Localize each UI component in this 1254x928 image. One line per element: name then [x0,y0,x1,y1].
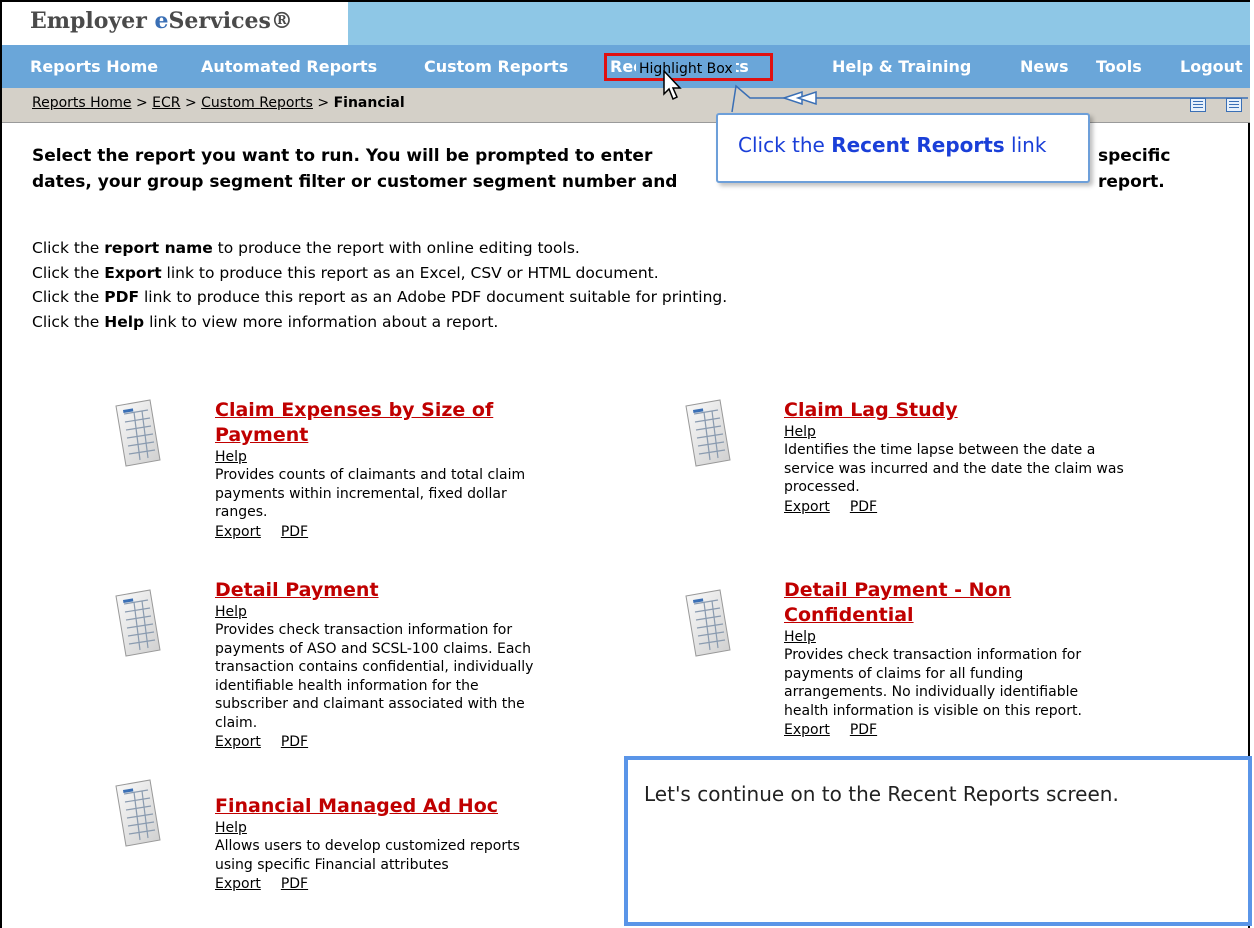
instruction-line: Click the Help link to view more informa… [32,312,499,331]
report-pdf-link[interactable]: PDF [281,734,308,750]
report-description: Provides counts of claimants and total c… [215,467,526,520]
report-pdf-link[interactable]: PDF [850,499,877,515]
report-document-icon [685,589,731,657]
report-help-link[interactable]: Help [215,448,515,466]
report-description: Allows users to develop customized repor… [215,838,520,873]
top-banner: Employer eServices® [2,2,1250,45]
highlight-box-label: Highlight Box [639,61,733,77]
report-title-link[interactable]: Detail Payment [215,578,545,603]
instruction-callout: Click the Recent Reports link [716,113,1090,183]
report-entry: Claim Lag Study Help Identifies the time… [784,398,1129,517]
report-pdf-link[interactable]: PDF [281,876,308,892]
report-title-link[interactable]: Claim Expenses by Size of Payment [215,398,515,448]
brand-area: Employer eServices® [2,2,348,45]
brand-logo: Employer eServices® [30,8,293,34]
report-export-link[interactable]: Export [784,499,830,515]
instruction-line: Click the PDF link to produce this repor… [32,288,728,306]
nav-logout[interactable]: Logout [1180,57,1243,76]
report-entry: Detail Payment Help Provides check trans… [215,578,545,752]
instructions: Click the report name to produce the rep… [32,236,727,334]
report-export-link[interactable]: Export [215,524,261,540]
report-help-link[interactable]: Help [784,628,1074,646]
mouse-pointer-icon [663,70,682,101]
breadcrumb-reports-home[interactable]: Reports Home [32,95,132,111]
report-help-link[interactable]: Help [784,423,1129,441]
report-help-link[interactable]: Help [215,603,545,621]
report-entry: Financial Managed Ad Hoc Help Allows use… [215,794,555,894]
report-pdf-link[interactable]: PDF [850,722,877,738]
nav-automated-reports[interactable]: Automated Reports [201,57,377,76]
report-document-icon [115,779,161,847]
breadcrumb-current: Financial [333,95,405,111]
breadcrumb-custom-reports[interactable]: Custom Reports [201,95,313,111]
breadcrumb-ecr[interactable]: ECR [152,95,180,111]
nav-news[interactable]: News [1020,57,1069,76]
report-entry: Detail Payment - Non Confidential Help P… [784,578,1082,740]
report-pdf-link[interactable]: PDF [281,524,308,540]
report-title-link[interactable]: Claim Lag Study [784,398,1129,423]
caption-box: Let's continue on to the Recent Reports … [624,756,1252,926]
nav-help-training[interactable]: Help & Training [832,57,971,76]
breadcrumb-separator: > [184,95,197,111]
report-export-link[interactable]: Export [215,876,261,892]
instruction-line: Click the report name to produce the rep… [32,239,580,257]
breadcrumb-separator: > [317,95,330,111]
report-description: Provides check transaction information f… [784,647,1082,719]
report-document-icon [115,589,161,657]
report-title-link[interactable]: Detail Payment - Non Confidential [784,578,1074,628]
report-document-icon [115,399,161,467]
breadcrumb-separator: > [135,95,148,111]
report-entry: Claim Expenses by Size of Payment Help P… [215,398,525,542]
report-help-link[interactable]: Help [215,819,555,837]
instruction-line: Click the Export link to produce this re… [32,263,659,282]
report-description: Provides check transaction information f… [215,622,534,731]
nav-custom-reports[interactable]: Custom Reports [424,57,568,76]
nav-reports-home[interactable]: Reports Home [30,57,158,76]
report-description: Identifies the time lapse between the da… [784,442,1124,495]
report-export-link[interactable]: Export [215,734,261,750]
report-title-link[interactable]: Financial Managed Ad Hoc [215,794,555,819]
nav-tools[interactable]: Tools [1096,57,1142,76]
report-document-icon [685,399,731,467]
caption-text: Let's continue on to the Recent Reports … [644,782,1119,806]
report-export-link[interactable]: Export [784,722,830,738]
